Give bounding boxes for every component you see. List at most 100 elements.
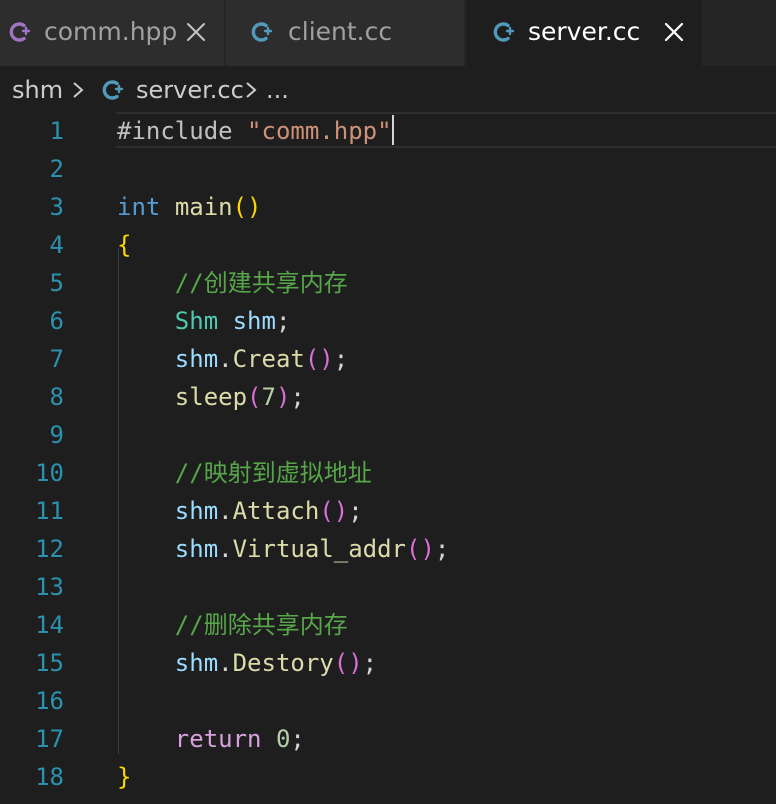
code-text: shm.Destory(); [117, 647, 377, 679]
code-token: ( [247, 383, 262, 411]
code-line[interactable]: 15 shm.Destory(); [0, 644, 776, 682]
line-number: 1 [49, 117, 64, 145]
line-number: 5 [49, 269, 64, 297]
code-token: Destory [232, 649, 334, 677]
code-token: ; [348, 497, 363, 525]
code-editor[interactable]: 1 #include "comm.hpp" 2 3 int main() 4{5 //创建… [0, 112, 776, 804]
code-text: { [117, 229, 131, 261]
code-token: ; [362, 649, 378, 677]
code-line[interactable]: 1 #include "comm.hpp" [0, 112, 776, 150]
breadcrumb-symbols[interactable]: ... [266, 74, 289, 106]
text-cursor [391, 115, 394, 145]
code-text: #include "comm.hpp" [117, 115, 394, 147]
line-number: 17 [35, 725, 64, 753]
code-token: main [174, 193, 233, 221]
tab-server-cc[interactable]: server.cc [466, 0, 702, 66]
code-token: . [218, 497, 233, 525]
tab-label: server.cc [528, 17, 641, 46]
code-token: () [304, 345, 334, 373]
code-token: ; [434, 535, 450, 563]
code-text: Shm shm; [117, 305, 291, 337]
code-line[interactable]: 16 [0, 682, 776, 720]
tab-client-cc[interactable]: client.cc [226, 0, 464, 66]
code-line[interactable]: 10 //映射到虚拟地址 [0, 454, 776, 492]
code-line[interactable]: 6 Shm shm; [0, 302, 776, 340]
code-token: Shm [174, 307, 219, 335]
code-text: //映射到虚拟地址 [117, 457, 372, 489]
code-text: //删除共享内存 [117, 609, 348, 641]
code-line[interactable]: 8 sleep(7); [0, 378, 776, 416]
code-token: sleep [174, 383, 248, 411]
code-token: shm [174, 535, 219, 563]
code-text: return 0; [117, 723, 305, 755]
code-token: . [218, 345, 233, 373]
code-token: Virtual_addr [232, 535, 406, 563]
code-line[interactable]: 4{ [0, 226, 776, 264]
code-token: shm [174, 345, 219, 373]
code-token: () [406, 535, 435, 563]
code-token: } [117, 763, 132, 791]
code-line[interactable]: 13 [0, 568, 776, 606]
code-token: shm [174, 649, 219, 677]
code-text: //创建共享内存 [117, 267, 348, 299]
cpp-file-icon [493, 22, 515, 42]
cpp-file-icon [251, 22, 273, 42]
code-token: //创建共享内存 [117, 269, 348, 297]
code-token: //映射到虚拟地址 [117, 459, 372, 487]
code-line[interactable]: 12 shm.Virtual_addr(); [0, 530, 776, 568]
editor-tab-bar: comm.hpp client.cc server.cc [0, 0, 776, 66]
line-number: 6 [49, 307, 64, 335]
code-line[interactable]: 5 //创建共享内存 [0, 264, 776, 302]
close-icon[interactable] [662, 20, 686, 44]
line-number: 3 [49, 193, 64, 221]
tab-comm-hpp[interactable]: comm.hpp [0, 0, 224, 66]
line-number: 11 [35, 497, 64, 525]
code-token: . [218, 649, 233, 677]
code-token: . [218, 535, 233, 563]
code-token: //删除共享内存 [117, 611, 348, 639]
line-number: 13 [35, 573, 64, 601]
code-line[interactable]: 11 shm.Attach(); [0, 492, 776, 530]
code-token: ; [290, 725, 305, 753]
code-token: 0 [275, 725, 291, 753]
code-line[interactable]: 2 [0, 150, 776, 188]
code-text: int main() [117, 191, 262, 223]
code-text: shm.Virtual_addr(); [117, 533, 450, 565]
code-token: shm [174, 497, 219, 525]
code-line[interactable]: 17 return 0; [0, 720, 776, 758]
code-text: shm.Attach(); [117, 495, 363, 527]
line-number: 12 [35, 535, 64, 563]
chevron-right-icon [73, 82, 84, 98]
code-line[interactable]: 9 [0, 416, 776, 454]
breadcrumb-folder[interactable]: shm [12, 74, 63, 106]
breadcrumb-file[interactable]: server.cc [136, 74, 244, 106]
code-token: { [117, 231, 132, 259]
tab-label: comm.hpp [44, 17, 178, 46]
line-number: 18 [35, 763, 64, 791]
code-token: Attach [232, 497, 320, 525]
close-icon[interactable] [184, 20, 208, 44]
line-number: 2 [49, 155, 64, 183]
line-number: 10 [35, 459, 64, 487]
line-number: 7 [49, 345, 64, 373]
line-number: 9 [49, 421, 64, 449]
line-number: 15 [35, 649, 64, 677]
code-token: #include [117, 117, 248, 145]
code-text: sleep(7); [117, 381, 305, 413]
code-token: ) [275, 383, 291, 411]
code-line[interactable]: 14 //删除共享内存 [0, 606, 776, 644]
code-token: Creat [232, 345, 305, 373]
code-line[interactable]: 7 shm.Creat(); [0, 340, 776, 378]
code-token: ; [333, 345, 349, 373]
code-line[interactable]: 3 int main() [0, 188, 776, 226]
code-line[interactable]: 18} [0, 758, 776, 796]
code-token: () [232, 193, 262, 221]
code-token: ; [290, 383, 305, 411]
